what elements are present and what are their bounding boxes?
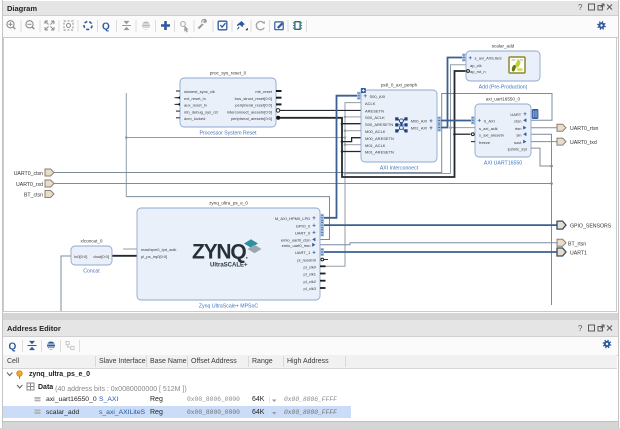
svg-text:sin: sin [516,132,521,137]
svg-text:emio_uart0_rtsn: emio_uart0_rtsn [282,243,311,248]
svg-text:s_axi_aclk: s_axi_aclk [479,126,498,131]
svg-text:+: + [312,250,316,256]
svg-text:M01_ARESETN: M01_ARESETN [365,150,394,155]
svg-text:M00_AXI: M00_AXI [411,119,427,124]
svg-text:?: ? [578,324,583,333]
svg-text:BT_ctsn: BT_ctsn [24,193,43,199]
svg-text:maxihpm0_lpd_aclk: maxihpm0_lpd_aclk [141,247,176,252]
svg-text:ap_clk: ap_clk [470,63,482,68]
svg-text:+: + [429,119,433,125]
svg-text:peripheral_aresetn[0:0]: peripheral_aresetn[0:0] [231,116,272,121]
svg-text:proc_sys_reset_0: proc_sys_reset_0 [210,71,247,76]
svg-text:ip2intc_irpt: ip2intc_irpt [508,146,528,151]
svg-text:s_axi_aresetn: s_axi_aresetn [479,132,504,137]
svg-text:UART0_ctsn: UART0_ctsn [14,171,43,177]
svg-text:ACLK: ACLK [365,101,376,106]
svg-text:S_AXI: S_AXI [484,119,495,124]
svg-text:ext_reset_in: ext_reset_in [184,96,206,101]
svg-text:ARESETN: ARESETN [365,109,384,114]
svg-text:dcm_locked: dcm_locked [184,116,205,121]
svg-text:AXI Interconnect: AXI Interconnect [380,166,419,172]
svg-text:UART_1: UART_1 [295,250,311,255]
svg-text:UART0_rtsn: UART0_rtsn [570,126,599,132]
svg-text:UART1: UART1 [570,251,587,257]
svg-text:pl_ps_irq0[0:0]: pl_ps_irq0[0:0] [141,254,167,259]
svg-text:scalar_add: scalar_add [492,44,515,49]
svg-text:+: + [478,119,482,125]
svg-text:S00_AXI: S00_AXI [370,94,386,99]
svg-text:?: ? [578,3,583,12]
svg-text:interconnect_aresetn[0:0]: interconnect_aresetn[0:0] [227,109,272,114]
svg-text:rtsn: rtsn [515,126,522,131]
svg-text:sout: sout [514,140,522,145]
svg-text:slowest_sync_clk: slowest_sync_clk [184,89,215,94]
svg-text:AXI UART16550: AXI UART16550 [484,161,522,167]
svg-text:mb_debug_sys_rst: mb_debug_sys_rst [184,109,219,114]
svg-text:emio_uart0_ctsn: emio_uart0_ctsn [281,238,311,243]
svg-text:In0[0:0]: In0[0:0] [74,254,87,259]
svg-text:pl_clk1: pl_clk1 [304,272,317,277]
svg-text:+: + [429,126,433,132]
svg-text:pl_clk3: pl_clk3 [304,286,317,291]
svg-text:+: + [312,223,316,229]
svg-text:Concat: Concat [83,269,100,275]
svg-text:Q: Q [9,342,17,353]
svg-text:Add (Pre-Production): Add (Pre-Production) [479,85,528,91]
svg-text:UART0_txd: UART0_txd [570,140,597,146]
svg-text:freeze: freeze [479,140,491,145]
svg-text:+: + [312,231,316,237]
svg-text:xlconcat_0: xlconcat_0 [81,239,103,244]
svg-text:M01_AXI: M01_AXI [411,126,427,131]
svg-text:+: + [523,112,527,118]
svg-text:ctsn: ctsn [514,119,521,124]
svg-text:S00_ACLK: S00_ACLK [365,115,385,120]
svg-text:Zynq UltraScale+ MPSoC: Zynq UltraScale+ MPSoC [199,304,258,310]
svg-text:UltraSCALE+: UltraSCALE+ [210,263,248,269]
svg-text:bus_struct_reset[0:0]: bus_struct_reset[0:0] [235,96,272,101]
svg-text:GPIO_0: GPIO_0 [296,223,311,228]
svg-text:dout[0:0]: dout[0:0] [93,254,109,259]
svg-text:UART_0: UART_0 [295,231,311,236]
svg-text:Q: Q [102,22,110,33]
svg-text:mb_reset: mb_reset [255,89,273,94]
svg-text:aux_reset_in: aux_reset_in [184,103,207,108]
svg-text:M_AXI_HPM0_LPD: M_AXI_HPM0_LPD [275,216,310,221]
svg-text:ap_rst_n: ap_rst_n [470,69,486,74]
svg-text:GPIO_SENSORS: GPIO_SENSORS [570,224,612,230]
svg-text:UART: UART [510,112,521,117]
svg-text:ps8_0_axi_periph: ps8_0_axi_periph [381,83,418,88]
svg-text:peripheral_reset[0:0]: peripheral_reset[0:0] [235,103,272,108]
svg-text:+: + [364,94,368,100]
svg-text:pl_clk0: pl_clk0 [304,265,317,270]
svg-text:BT_rtsn: BT_rtsn [568,241,586,247]
svg-text:axi_uart16550_0: axi_uart16550_0 [486,97,521,102]
svg-text:ZYNQ.: ZYNQ. [192,241,248,264]
svg-text:pl_clk2: pl_clk2 [304,279,317,284]
svg-text:M00_ARESETN: M00_ARESETN [365,136,394,141]
svg-text:+: + [469,56,473,62]
svg-text:s_axi_AXILiteS: s_axi_AXILiteS [475,56,502,61]
svg-text:+: + [312,216,316,222]
svg-text:S00_ARESETN: S00_ARESETN [365,122,393,127]
svg-text:UART0_rxd: UART0_rxd [16,182,43,188]
svg-text:zynq_ultra_ps_e_0: zynq_ultra_ps_e_0 [209,201,248,206]
svg-text:M01_ACLK: M01_ACLK [365,143,386,148]
svg-text:pl_resetn0: pl_resetn0 [297,258,316,263]
svg-text:M00_ACLK: M00_ACLK [365,129,386,134]
svg-text:Processor System Reset: Processor System Reset [199,131,257,137]
